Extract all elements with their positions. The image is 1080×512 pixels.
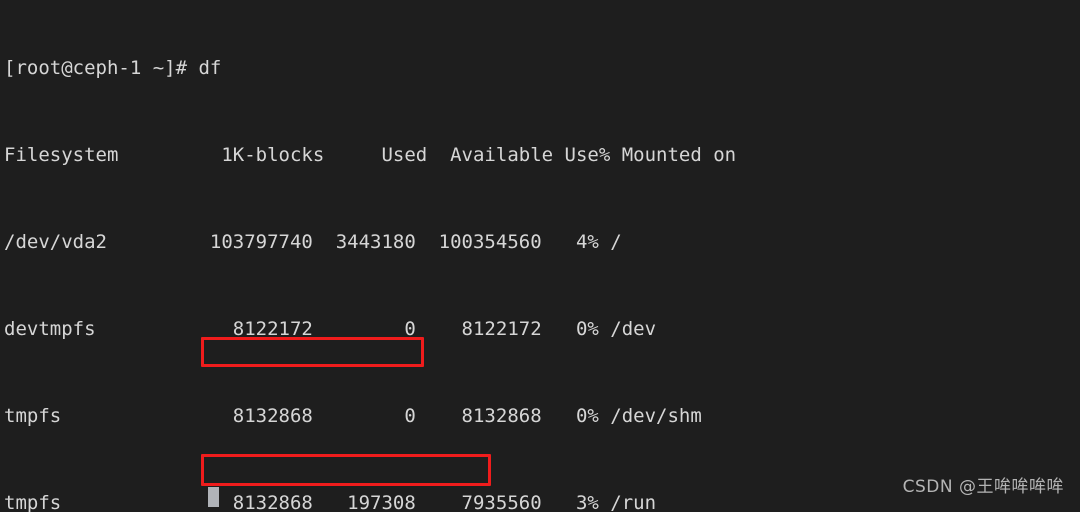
- watermark-label: CSDN @王哞哞哞哞: [902, 477, 1064, 497]
- terminal-line: /dev/vda2 103797740 3443180 100354560 4%…: [4, 231, 622, 253]
- terminal-line: [root@ceph-1 ~]# df: [4, 57, 222, 79]
- terminal-line: tmpfs 8132868 0 8132868 0% /dev/shm: [4, 405, 702, 427]
- terminal-line: Filesystem 1K-blocks Used Available Use%…: [4, 144, 737, 166]
- terminal-screen[interactable]: [root@ceph-1 ~]# df Filesystem 1K-blocks…: [4, 0, 885, 512]
- terminal-line: tmpfs 8132868 197308 7935560 3% /run: [4, 492, 657, 512]
- terminal-window[interactable]: [root@ceph-1 ~]# df Filesystem 1K-blocks…: [0, 0, 1080, 512]
- terminal-cursor: [208, 487, 219, 507]
- terminal-line: devtmpfs 8122172 0 8122172 0% /dev: [4, 318, 657, 340]
